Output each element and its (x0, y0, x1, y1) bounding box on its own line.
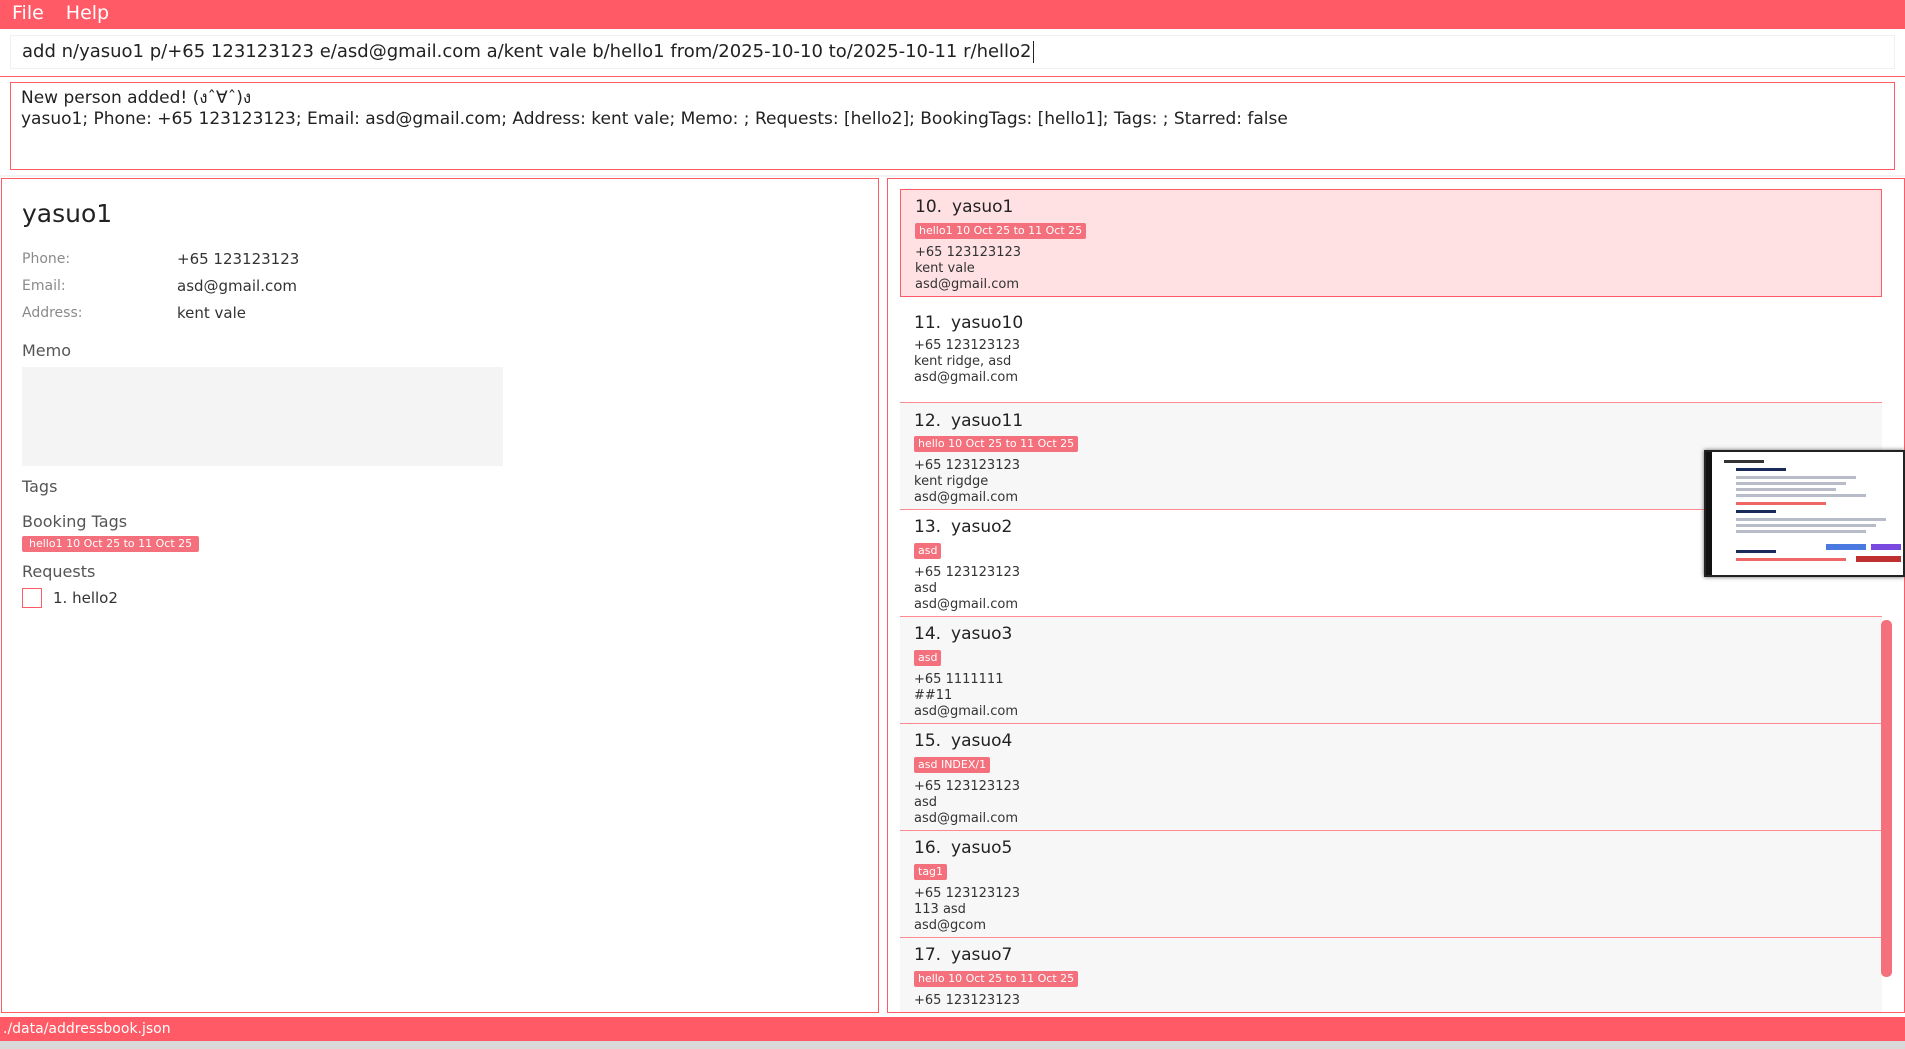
person-index: 14. (914, 624, 942, 644)
person-email: asd@gmail.com (914, 704, 1018, 719)
person-card-title: 14. yasuo3 (914, 617, 1882, 646)
person-card[interactable]: 15. yasuo4 asd INDEX/1 +65 123123123 asd … (900, 724, 1882, 831)
person-index: 15. (914, 731, 942, 751)
person-name: yasuo4 (951, 731, 1013, 751)
status-bar: ./data/addressbook.json (0, 1017, 1905, 1041)
command-text: add n/yasuo1 p/+65 123123123 e/asd@gmail… (22, 41, 1032, 62)
person-tag: hello 10 Oct 25 to 11 Oct 25 (914, 436, 1079, 452)
request-checkbox[interactable] (22, 588, 42, 608)
person-tag: hello 10 Oct 25 to 11 Oct 25 (914, 971, 1079, 987)
command-input[interactable]: add n/yasuo1 p/+65 123123123 e/asd@gmail… (10, 35, 1895, 69)
person-tag: asd INDEX/1 (914, 757, 991, 773)
person-phone: +65 123123123 (914, 338, 1021, 353)
person-name: yasuo7 (951, 945, 1013, 965)
person-index: 11. (914, 313, 942, 333)
phone-value: +65 123123123 (177, 250, 300, 268)
person-phone: +65 123123123 (914, 993, 1021, 1008)
person-email: asd@gmail.com (914, 597, 1018, 612)
person-name: yasuo1 (952, 197, 1014, 217)
person-index: 16. (914, 838, 942, 858)
tags-title: Tags (22, 477, 58, 496)
document-thumbnail (1704, 450, 1905, 577)
person-index: 13. (914, 517, 942, 537)
result-line-2: yasuo1; Phone: +65 123123123; Email: asd… (21, 109, 1288, 129)
person-phone: +65 123123123 (914, 886, 1021, 901)
list-scrollbar[interactable] (1881, 620, 1892, 977)
person-card[interactable]: 14. yasuo3 asd +65 1111111 ##11 asd@gmail… (900, 617, 1882, 724)
person-address: kent ridge, asd (914, 354, 1012, 369)
person-address: kent vale (915, 261, 975, 276)
menu-bar: File Help (0, 0, 1905, 29)
memo-title: Memo (22, 341, 72, 360)
request-text: 1. hello2 (53, 589, 118, 607)
divider (0, 175, 1905, 177)
email-value: asd@gmail.com (177, 277, 297, 295)
booking-tag: hello1 10 Oct 25 to 11 Oct 25 (22, 536, 200, 552)
person-card[interactable]: 16. yasuo5 tag1 +65 123123123 113 asd asd… (900, 831, 1882, 938)
person-name: yasuo2 (951, 517, 1013, 537)
person-name: yasuo11 (951, 411, 1024, 431)
person-name: yasuo3 (951, 624, 1013, 644)
person-name: yasuo5 (951, 838, 1013, 858)
person-name: yasuo10 (951, 313, 1024, 333)
person-address: asd (914, 581, 937, 596)
command-box-area: add n/yasuo1 p/+65 123123123 e/asd@gmail… (0, 29, 1905, 77)
person-card-title: 12. yasuo11 (914, 403, 1882, 432)
phone-label: Phone: (22, 251, 71, 267)
person-email: asd@gmail.com (914, 370, 1018, 385)
person-address: asd (914, 795, 937, 810)
person-index: 12. (914, 411, 942, 431)
person-index: 17. (914, 945, 942, 965)
menu-file[interactable]: File (0, 0, 54, 29)
status-file-path: ./data/addressbook.json (3, 1021, 171, 1037)
person-address: 113 asd (914, 902, 966, 917)
address-value: kent vale (177, 304, 247, 322)
email-label: Email: (22, 278, 66, 294)
person-card[interactable]: 10. yasuo1 hello1 10 Oct 25 to 11 Oct 25 … (900, 189, 1882, 297)
result-display[interactable]: New person added! (งˆ∀ˆ)ง yasuo1; Phone:… (10, 82, 1895, 170)
person-phone: +65 123123123 (914, 779, 1021, 794)
request-item: 1. hello2 (22, 588, 118, 608)
menu-help[interactable]: Help (54, 0, 119, 29)
window-bottom-edge (0, 1041, 1905, 1049)
person-phone: +65 1111111 (914, 672, 1004, 687)
booking-tags-title: Booking Tags (22, 512, 128, 531)
person-card-title: 10. yasuo1 (915, 190, 1881, 219)
person-address: ##11 (914, 688, 953, 703)
person-card-title: 16. yasuo5 (914, 831, 1882, 860)
requests-title: Requests (22, 562, 96, 581)
person-card[interactable]: 11. yasuo10 +65 123123123 kent ridge, asd… (900, 297, 1882, 403)
person-card-title: 15. yasuo4 (914, 724, 1882, 753)
person-tag: asd (914, 543, 942, 559)
person-list: 10. yasuo1 hello1 10 Oct 25 to 11 Oct 25 … (900, 189, 1882, 1012)
person-card[interactable]: 17. yasuo7 hello 10 Oct 25 to 11 Oct 25 +… (900, 938, 1882, 1012)
person-list-panel: 10. yasuo1 hello1 10 Oct 25 to 11 Oct 25 … (887, 178, 1905, 1013)
memo-field[interactable] (22, 367, 503, 466)
text-caret (1032, 41, 1034, 63)
result-line-1: New person added! (งˆ∀ˆ)ง (21, 88, 252, 108)
person-email: asd@gmail.com (914, 811, 1018, 826)
detail-name: yasuo1 (22, 199, 113, 228)
person-card-title: 17. yasuo7 (914, 938, 1882, 967)
person-phone: +65 123123123 (915, 245, 1022, 260)
person-email: asd@gmail.com (915, 277, 1019, 292)
address-label: Address: (22, 305, 83, 321)
person-email: asd@gcom (914, 918, 987, 933)
person-tag: tag1 (914, 864, 948, 880)
person-detail-panel: yasuo1 Phone: +65 123123123 Email: asd@g… (1, 178, 879, 1013)
person-card-title: 11. yasuo10 (914, 297, 1882, 336)
person-tag: asd (914, 650, 942, 666)
person-index: 10. (915, 197, 943, 217)
person-tag: hello1 10 Oct 25 to 11 Oct 25 (915, 223, 1087, 239)
